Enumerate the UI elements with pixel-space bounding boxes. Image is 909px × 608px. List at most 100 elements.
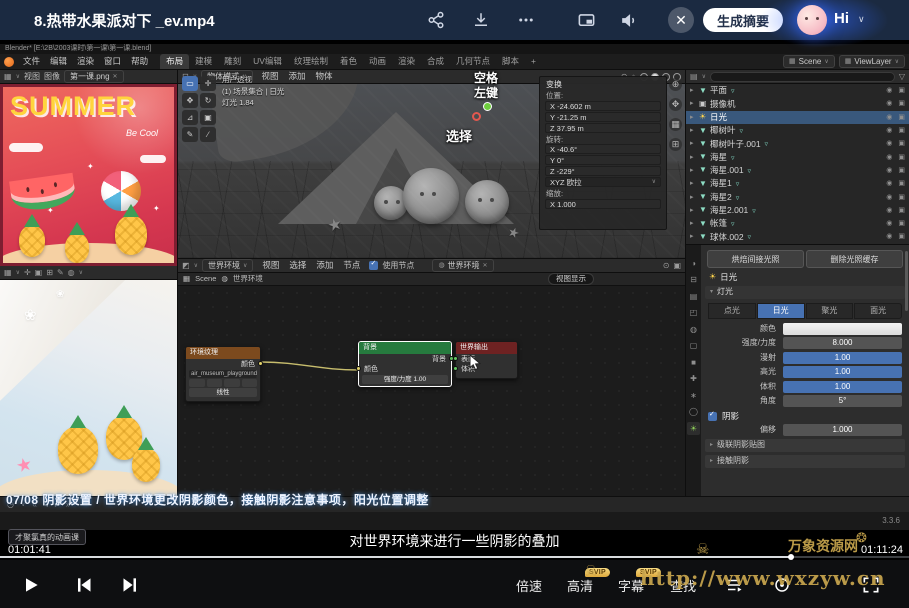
- world-output-node[interactable]: 世界输出 表面 体积: [455, 341, 518, 379]
- image-icon[interactable]: ▣: [35, 269, 43, 277]
- environment-texture-node[interactable]: 环境纹理 颜色 air_museum_playground_1k.hdr 线性: [185, 346, 261, 402]
- properties-tab[interactable]: ⊟: [687, 274, 700, 287]
- visibility-toggles[interactable]: ◉▣: [886, 233, 905, 240]
- expand-arrow-icon[interactable]: ▸: [690, 167, 699, 174]
- properties-tab[interactable]: ◰: [687, 307, 700, 320]
- properties-tab[interactable]: ◍: [687, 323, 700, 336]
- light-type-button[interactable]: 日光: [757, 303, 805, 319]
- object-name[interactable]: 日光: [710, 113, 727, 122]
- menu-item[interactable]: 选择: [284, 259, 311, 272]
- expand-arrow-icon[interactable]: ▸: [690, 114, 699, 121]
- editor-type-icon[interactable]: ◩: [182, 262, 190, 270]
- bake-indirect-lighting-button[interactable]: 烘焙间接光照: [707, 250, 804, 268]
- expand-arrow-icon[interactable]: ▸: [690, 220, 699, 227]
- delete-lighting-cache-button[interactable]: 删除光照缓存: [806, 250, 903, 268]
- menu-item[interactable]: 节点: [338, 259, 365, 272]
- node-canvas[interactable]: 环境纹理 颜色 air_museum_playground_1k.hdr 线性 …: [178, 286, 685, 496]
- outliner-row[interactable]: ▸ 日光 ◉▣: [686, 111, 909, 124]
- menu-item[interactable]: 窗口: [99, 55, 126, 68]
- workspace-tab[interactable]: 合成: [421, 54, 450, 69]
- tool-button[interactable]: ⊿: [182, 110, 198, 125]
- outliner-search-input[interactable]: [710, 72, 895, 82]
- properties-tab[interactable]: ∗: [687, 389, 700, 402]
- menu-item[interactable]: 编辑: [45, 55, 72, 68]
- tool-button[interactable]: ✎: [182, 127, 198, 142]
- object-name[interactable]: 海星: [710, 153, 727, 162]
- target-icon[interactable]: [770, 573, 794, 597]
- download-icon[interactable]: [469, 8, 493, 32]
- specular-slider[interactable]: 1.00: [783, 366, 902, 378]
- menu-item[interactable]: 文件: [18, 55, 45, 68]
- scene-selector[interactable]: ▦Scene∨: [783, 55, 835, 68]
- object-name[interactable]: 椰树叶子.001: [710, 140, 761, 149]
- video-area[interactable]: Blender* [E:\2B\2003课时\第一课\第一课.blend] 文件…: [0, 40, 909, 560]
- visibility-toggles[interactable]: ◉▣: [886, 127, 905, 134]
- light-type-button[interactable]: 点光: [708, 303, 756, 319]
- use-nodes-checkbox[interactable]: [369, 261, 378, 270]
- workspace-tab[interactable]: 布局: [160, 54, 189, 69]
- light-type-button[interactable]: 聚光: [806, 303, 854, 319]
- light-type-button[interactable]: 面光: [854, 303, 902, 319]
- menu-item[interactable]: 物体: [311, 70, 338, 83]
- object-name[interactable]: 海星1: [710, 179, 732, 188]
- snap-magnet-icon[interactable]: ▣: [673, 262, 681, 270]
- grid-icon[interactable]: ⊞: [46, 269, 53, 277]
- close-icon[interactable]: ✕: [113, 74, 118, 80]
- expand-arrow-icon[interactable]: ▸: [690, 207, 699, 214]
- socket-color-in[interactable]: [356, 366, 361, 371]
- outliner-row[interactable]: ▸ 海星2.001 ◉▣: [686, 204, 909, 217]
- properties-tab[interactable]: ▤: [687, 290, 700, 303]
- object-name[interactable]: 椰树叶: [710, 126, 736, 135]
- search-button[interactable]: 查找: [670, 576, 696, 595]
- workspace-tab[interactable]: 纹理绘制: [288, 54, 334, 69]
- properties-tab[interactable]: ◯: [687, 406, 700, 419]
- object-name[interactable]: 帐篷: [710, 219, 727, 228]
- workspace-tab[interactable]: 建模: [189, 54, 218, 69]
- menu-item[interactable]: 添加: [311, 259, 338, 272]
- visibility-toggles[interactable]: ◉▣: [886, 207, 905, 214]
- rotation-field[interactable]: Y 0°: [545, 155, 661, 165]
- socket-volume-in[interactable]: [453, 366, 458, 371]
- nav-icon[interactable]: ⊕: [669, 78, 682, 91]
- nav-icon[interactable]: ✥: [669, 98, 682, 111]
- menu-item[interactable]: 添加: [284, 70, 311, 83]
- tool-button[interactable]: ↻: [200, 93, 216, 108]
- socket-surface-in[interactable]: [453, 356, 458, 361]
- properties-tab[interactable]: ☀: [687, 422, 700, 435]
- expand-arrow-icon[interactable]: ▸: [690, 154, 699, 161]
- filter-icon[interactable]: ▽: [899, 73, 905, 81]
- image-filename[interactable]: air_museum_playground_1k.hdr: [189, 370, 257, 378]
- visibility-toggles[interactable]: ◉▣: [886, 220, 905, 227]
- tool-button[interactable]: ✛: [200, 76, 216, 91]
- visibility-toggles[interactable]: ◉▣: [886, 167, 905, 174]
- location-field[interactable]: Y -21.25 m: [545, 112, 661, 122]
- workspace-tab[interactable]: 动画: [363, 54, 392, 69]
- expand-arrow-icon[interactable]: ▸: [690, 180, 699, 187]
- blender-logo-icon[interactable]: [4, 57, 14, 67]
- expand-arrow-icon[interactable]: ▸: [690, 140, 699, 147]
- shadow-checkbox[interactable]: [708, 412, 717, 421]
- world-datablock-chip[interactable]: ◍世界环境✕: [432, 259, 493, 272]
- speed-button[interactable]: 倍速: [516, 576, 542, 595]
- light-section-header[interactable]: ▾ 灯光: [705, 286, 905, 299]
- image-name-chip[interactable]: 第一课.png✕: [64, 70, 124, 83]
- visibility-toggles[interactable]: ◉▣: [886, 87, 905, 94]
- chevron-down-icon[interactable]: ∨: [858, 14, 865, 25]
- fullscreen-icon[interactable]: [858, 572, 884, 598]
- editor-type-icon[interactable]: ▤: [690, 73, 698, 81]
- strength-field[interactable]: 强度/力度 1.00: [362, 375, 448, 384]
- editor-type-icon[interactable]: ▦: [4, 269, 12, 277]
- more-icon[interactable]: [514, 8, 538, 32]
- background-node[interactable]: 背景 背景 颜色 强度/力度 1.00: [358, 341, 452, 387]
- visibility-toggles[interactable]: ◉▣: [886, 140, 905, 147]
- view-display-chip[interactable]: 视图显示: [548, 273, 594, 285]
- properties-tab[interactable]: ▢: [687, 340, 700, 353]
- workspace-tab[interactable]: +: [525, 54, 542, 69]
- interpolation-dropdown[interactable]: 线性: [189, 388, 257, 397]
- socket-color-out[interactable]: [258, 361, 263, 366]
- nav-icon[interactable]: ▦: [669, 118, 682, 131]
- share-icon[interactable]: [424, 8, 448, 32]
- playlist-icon[interactable]: [722, 573, 746, 597]
- image-buttons-row[interactable]: [189, 379, 257, 387]
- pip-icon[interactable]: [574, 8, 598, 32]
